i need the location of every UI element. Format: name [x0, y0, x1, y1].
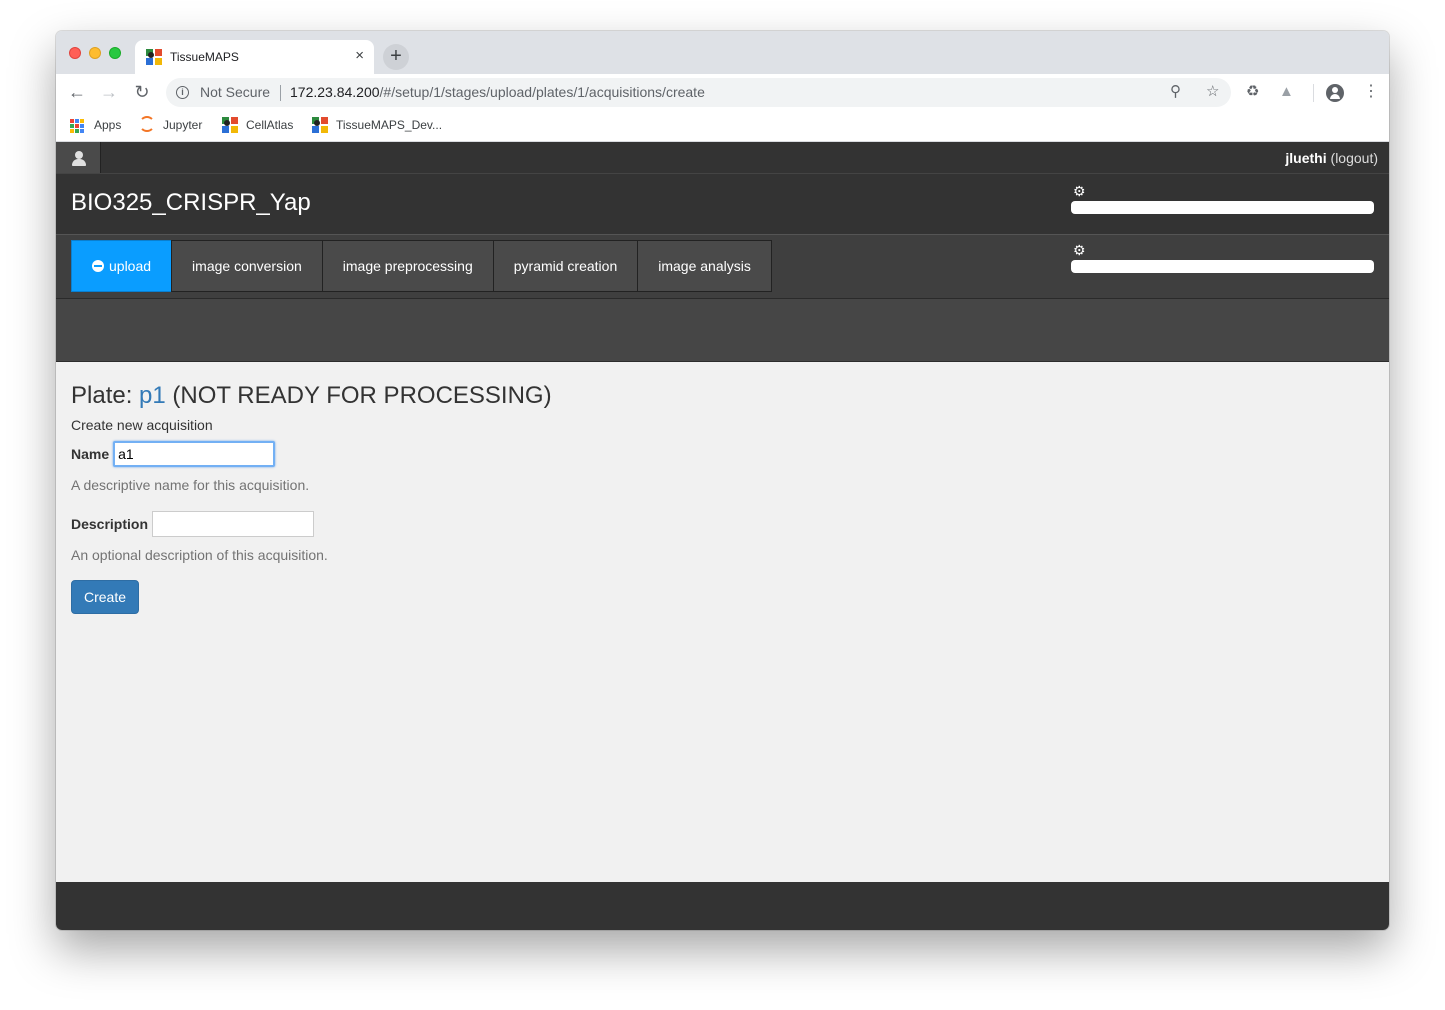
info-icon[interactable]: i: [176, 86, 189, 99]
app-content: jluethi (logout) BIO325_CRISPR_Yap ⚙ upl…: [56, 142, 1389, 930]
user-info: jluethi (logout): [1285, 150, 1378, 166]
page-title: Plate: p1 (NOT READY FOR PROCESSING): [71, 382, 552, 410]
tissuemaps-favicon-icon: [146, 49, 162, 65]
username: jluethi: [1285, 150, 1327, 166]
tab-title: TissueMAPS: [170, 50, 239, 64]
name-help-text: A descriptive name for this acquisition.: [71, 477, 310, 493]
progress-bar: [1071, 260, 1374, 273]
recycle-extension-icon[interactable]: ♻: [1246, 83, 1259, 101]
new-tab-button[interactable]: +: [383, 44, 409, 70]
tab-image-analysis[interactable]: image analysis: [637, 240, 772, 292]
bookmark-tissuemaps-dev[interactable]: TissueMAPS_Dev...: [336, 118, 442, 132]
jupyter-icon: [139, 116, 155, 132]
url-path: /#/setup/1/stages/upload/plates/1/acquis…: [379, 84, 705, 100]
tab-label: image analysis: [658, 258, 751, 274]
url-host: 172.23.84.200: [290, 84, 380, 100]
experiment-header: BIO325_CRISPR_Yap ⚙: [56, 173, 1389, 235]
toolbar-separator: [1313, 84, 1314, 102]
bookmark-cellatlas[interactable]: CellAtlas: [246, 118, 293, 132]
profile-icon[interactable]: [1326, 84, 1344, 102]
bookmark-jupyter[interactable]: Jupyter: [163, 118, 202, 132]
maximize-window-button[interactable]: [109, 47, 121, 59]
browser-toolbar: ← → ↻ i Not Secure 172.23.84.200/#/setup…: [56, 74, 1389, 110]
tissuemaps-icon: [222, 117, 238, 133]
acquisition-form-panel: Plate: p1 (NOT READY FOR PROCESSING) Cre…: [71, 382, 552, 614]
browser-tab[interactable]: TissueMAPS ×: [135, 40, 374, 74]
drive-extension-icon[interactable]: ▲: [1279, 83, 1294, 101]
description-field[interactable]: [152, 511, 315, 537]
tab-label: pyramid creation: [513, 258, 618, 274]
description-row: Description: [71, 511, 552, 537]
tab-image-conversion[interactable]: image conversion: [171, 240, 323, 292]
progress-bar: [1071, 201, 1374, 214]
experiment-title: BIO325_CRISPR_Yap: [71, 189, 311, 216]
address-separator: [280, 85, 281, 101]
footer-bar: [56, 882, 1389, 930]
description-label: Description: [71, 516, 149, 532]
sub-toolbar: [56, 299, 1389, 362]
apps-grid-icon[interactable]: [70, 119, 84, 133]
minimize-window-button[interactable]: [89, 47, 101, 59]
tab-upload[interactable]: upload: [71, 240, 173, 292]
forward-arrow-icon[interactable]: →: [99, 82, 119, 102]
address-bar[interactable]: i Not Secure 172.23.84.200/#/setup/1/sta…: [166, 78, 1231, 107]
user-icon: [75, 151, 83, 159]
user-icon-body: [72, 159, 86, 166]
stage-tabs: upload image conversion image preprocess…: [71, 240, 772, 293]
tab-label: image preprocessing: [342, 258, 473, 274]
description-help-text: An optional description of this acquisit…: [71, 547, 328, 563]
tissuemaps-icon: [312, 117, 328, 133]
key-icon[interactable]: ⚲: [1170, 83, 1181, 101]
tab-strip: TissueMAPS × +: [56, 31, 1389, 74]
logout-link[interactable]: (logout): [1331, 150, 1378, 166]
user-menu-button[interactable]: [56, 142, 101, 173]
bookmarks-bar: Apps Jupyter CellAtlas TissueMAPS_Dev...: [56, 110, 1389, 142]
close-tab-icon[interactable]: ×: [355, 48, 364, 64]
create-button[interactable]: Create: [71, 580, 139, 614]
name-row: Name: [71, 441, 552, 467]
tab-label: image conversion: [192, 258, 302, 274]
plate-status: (NOT READY FOR PROCESSING): [165, 382, 552, 409]
tab-label: upload: [109, 258, 152, 274]
tab-pyramid-creation[interactable]: pyramid creation: [492, 240, 639, 292]
back-arrow-icon[interactable]: ←: [67, 82, 87, 102]
plate-link[interactable]: p1: [139, 382, 166, 409]
top-navbar: jluethi (logout): [56, 142, 1389, 173]
url-text[interactable]: 172.23.84.200/#/setup/1/stages/upload/pl…: [290, 84, 705, 100]
minus-circle-icon: [92, 260, 104, 272]
close-window-button[interactable]: [69, 47, 81, 59]
gear-icon[interactable]: ⚙: [1073, 243, 1086, 257]
gear-icon[interactable]: ⚙: [1073, 184, 1086, 198]
tab-image-preprocessing[interactable]: image preprocessing: [321, 240, 494, 292]
bookmark-apps[interactable]: Apps: [94, 118, 121, 132]
name-field[interactable]: [113, 441, 276, 467]
menu-kebab-icon[interactable]: ⋮: [1363, 83, 1379, 101]
form-subtitle: Create new acquisition: [71, 417, 213, 433]
stage-bar: upload image conversion image preprocess…: [56, 235, 1389, 299]
reload-icon[interactable]: ↻: [132, 82, 152, 102]
security-label: Not Secure: [200, 84, 271, 100]
star-icon[interactable]: ☆: [1206, 83, 1219, 101]
plate-prefix: Plate:: [71, 382, 140, 409]
browser-window: TissueMAPS × + ← → ↻ i Not Secure 172.23…: [56, 31, 1389, 930]
name-label: Name: [71, 446, 110, 462]
